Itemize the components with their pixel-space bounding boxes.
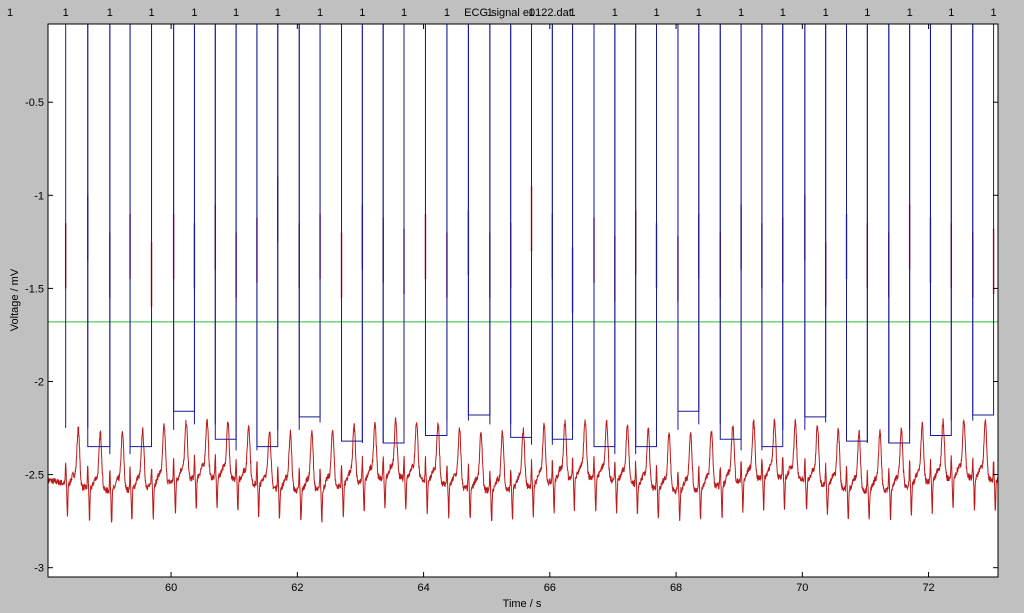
beat-marker-label: 1 [823, 7, 829, 19]
beat-marker-label: 1 [864, 7, 870, 19]
beat-marker-label: 1 [359, 7, 365, 19]
x-tick-label: 68 [670, 582, 682, 594]
beat-marker-label: 1 [991, 7, 997, 19]
x-axis-label: Time / s [503, 598, 542, 610]
chart-title: ECG signal e0122.dat [464, 7, 572, 19]
beat-marker-label: 1 [148, 7, 154, 19]
y-tick-label: -2 [34, 376, 44, 388]
x-tick-label: 62 [291, 582, 303, 594]
beat-marker-label: 1 [780, 7, 786, 19]
beat-marker-label: 1 [444, 7, 450, 19]
beat-marker-label: 1 [612, 7, 618, 19]
y-tick-label: -3 [34, 563, 44, 575]
x-tick-label: 70 [796, 582, 808, 594]
x-tick-label: 72 [922, 582, 934, 594]
beat-marker-label: 1 [191, 7, 197, 19]
beat-marker-label: 1 [907, 7, 913, 19]
y-tick-label: -2.5 [25, 470, 44, 482]
x-tick-label: 64 [417, 582, 429, 594]
beat-marker-label: 1 [696, 7, 702, 19]
beat-marker-label: 1 [317, 7, 323, 19]
y-tick-label: -1 [34, 190, 44, 202]
beat-marker-label: 1 [653, 7, 659, 19]
beat-marker-label: 1 [275, 7, 281, 19]
x-tick-label: 60 [165, 582, 177, 594]
beat-marker-label: 1 [107, 7, 113, 19]
y-tick-label: -0.5 [25, 97, 44, 109]
beat-marker-label: 1 [233, 7, 239, 19]
y-axis-label: Voltage / mV [9, 268, 21, 331]
beat-marker-label: 1 [7, 7, 13, 19]
beat-marker-label: 1 [401, 7, 407, 19]
y-tick-label: -1.5 [25, 283, 44, 295]
x-tick-label: 66 [544, 582, 556, 594]
plot-area [48, 24, 998, 577]
ecg-chart: 60 62 64 66 68 70 72 -3 -2.5 -2 -1.5 -1 -0.5 1 1 1 1 1 1 1 1… [7, 7, 999, 610]
beat-marker-label: 1 [738, 7, 744, 19]
beat-marker-label: 1 [63, 7, 69, 19]
beat-marker-label: 1 [948, 7, 954, 19]
